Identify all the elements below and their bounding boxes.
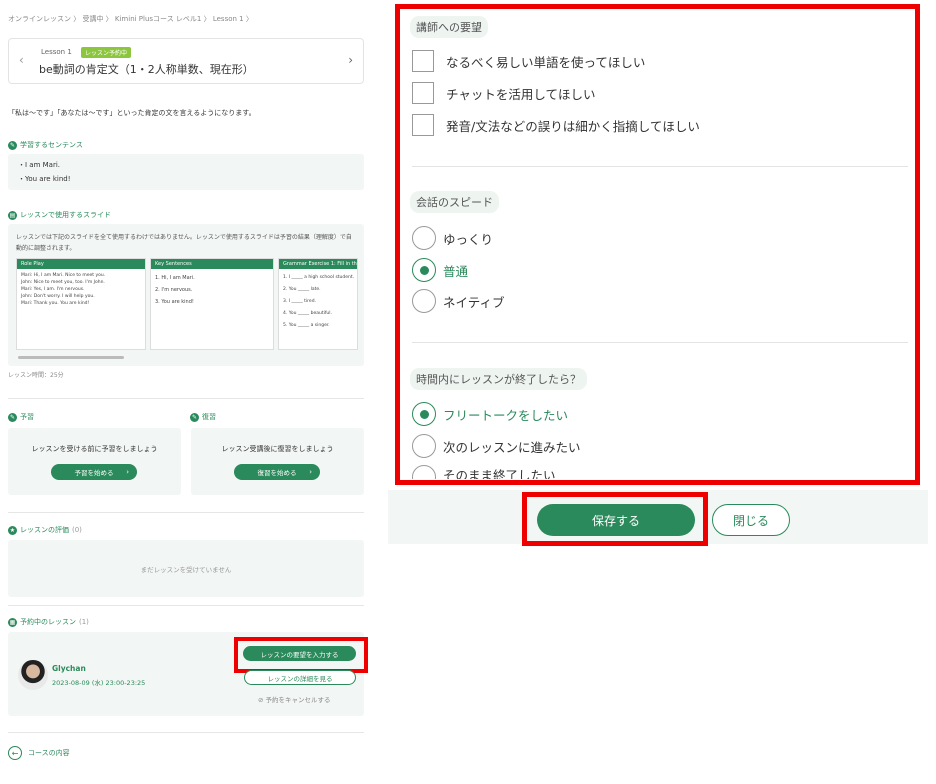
star-icon: ★ [8, 525, 17, 535]
slide-line: Mari: Yes, I am. I'm nervous. [21, 287, 85, 292]
chevron-right-icon: › [309, 468, 312, 476]
divider [8, 398, 364, 399]
slide-title: Role Play [17, 259, 145, 269]
divider [8, 605, 364, 606]
pencil-icon: ✎ [8, 140, 17, 150]
sentences-box: ・I am Mari. ・You are kind! [8, 154, 364, 190]
teacher-avatar[interactable] [18, 660, 48, 690]
slide-line: 1. Hi, I am Mari. [155, 275, 195, 281]
slide-line: 2. I'm nervous. [155, 287, 193, 293]
slide-line: 5. You _____ a singer. [283, 323, 330, 328]
slide-line: 2. You _____ late. [283, 287, 321, 292]
highlight-frame [395, 4, 920, 485]
prep-box: レッスンを受ける前に予習をしましょう 予習を始める › [8, 428, 181, 495]
start-review-label: 復習を始める [257, 469, 297, 477]
request-form: 講師への要望 なるべく易しい単語を使ってほしい チャットを活用してほしい 発音/… [388, 0, 928, 490]
start-prep-label: 予習を始める [74, 469, 114, 477]
course-content-link[interactable]: ← コースの内容 [8, 746, 70, 760]
lesson-title: be動詞の肯定文（1・2人称単数、現在形） [39, 63, 254, 76]
slides-heading: ▤ レッスンで使用するスライド [8, 210, 111, 220]
slide-line: 3. I _____ tired. [283, 299, 316, 304]
review-text: レッスン受講後に復習をしましょう [221, 445, 334, 453]
slides-heading-label: レッスンで使用するスライド [20, 211, 111, 219]
lesson-number: Lesson 1 [41, 48, 72, 56]
lesson-card: ‹ Lesson 1 レッスン予約中 be動詞の肯定文（1・2人称単数、現在形）… [8, 38, 364, 84]
slide-card[interactable]: Role Play Mari: Hi, I am Mari. Nice to m… [16, 258, 146, 350]
course-content-label: コースの内容 [28, 749, 70, 757]
evaluation-box: まだレッスンを受けていません [8, 540, 364, 597]
review-box: レッスン受講後に復習をしましょう 復習を始める › [191, 428, 364, 495]
next-lesson-icon[interactable]: › [348, 53, 353, 67]
breadcrumb[interactable]: オンラインレッスン 〉 受講中 〉 Kimini Plusコース レベル1 〉 … [8, 14, 253, 24]
teacher-name[interactable]: Glychan [52, 664, 86, 673]
lesson-detail-button[interactable]: レッスンの詳細を見る [244, 670, 356, 685]
sentence-item: ・I am Mari. [18, 161, 60, 169]
prep-heading-label: 予習 [20, 413, 34, 421]
lesson-detail-panel: オンラインレッスン 〉 受講中 〉 Kimini Plusコース レベル1 〉 … [0, 0, 372, 784]
lesson-detail-label: レッスンの詳細を見る [267, 674, 333, 683]
calendar-icon: ▦ [8, 617, 17, 627]
highlight-frame [234, 637, 368, 673]
close-label: 閉じる [732, 513, 769, 528]
chevron-right-icon: › [126, 468, 129, 476]
reserved-badge: レッスン予約中 [81, 47, 132, 58]
book-icon: ✎ [8, 412, 17, 422]
slide-line: Mari: Hi, I am Mari. Nice to meet you. [21, 273, 106, 278]
cancel-circle-icon: ⊘ [258, 696, 264, 704]
divider [8, 732, 364, 733]
slide-line: John: Nice to meet you, too. I'm John. [21, 280, 105, 285]
reserved-heading: ▦ 予約中のレッスン (1) [8, 617, 89, 627]
evaluation-heading: ★ レッスンの評価 (0) [8, 525, 82, 535]
lesson-intro: 「私は〜です」「あなたは〜です」といった肯定の文を言えるようになります。 [8, 109, 256, 117]
sentences-heading: ✎ 学習するセンテンス [8, 140, 83, 150]
slide-line: Mari: Thank you. You are kind! [21, 301, 90, 306]
slides-box: レッスンでは下記のスライドを全て使用するわけではありません。レッスンで使用するス… [8, 224, 364, 366]
divider [8, 512, 364, 513]
evaluation-heading-label: レッスンの評価 [20, 526, 69, 534]
reserved-heading-label: 予約中のレッスン [20, 618, 76, 626]
evaluation-count: (0) [72, 526, 82, 534]
slide-line: 3. You are kind! [155, 299, 194, 305]
slide-title: Key Sentences [151, 259, 273, 269]
slides-note: レッスンでは下記のスライドを全て使用するわけではありません。レッスンで使用するス… [16, 234, 352, 252]
prev-lesson-icon[interactable]: ‹ [19, 53, 24, 67]
reserved-count: (1) [79, 618, 89, 626]
slide-title: Grammar Exercise 1: Fill in the Blanks [279, 259, 357, 269]
evaluation-empty-text: まだレッスンを受けていません [140, 566, 232, 574]
arrow-left-icon: ← [8, 746, 22, 760]
lesson-duration: レッスン時間：25分 [8, 372, 64, 379]
slide-line: 4. You _____ beautiful. [283, 311, 332, 316]
request-form-panel: 講師への要望 なるべく易しい単語を使ってほしい チャットを活用してほしい 発音/… [388, 0, 936, 784]
close-button[interactable]: 閉じる [712, 504, 790, 536]
slide-card[interactable]: Grammar Exercise 1: Fill in the Blanks 1… [278, 258, 358, 350]
slide-card[interactable]: Key Sentences 1. Hi, I am Mari. 2. I'm n… [150, 258, 274, 350]
cancel-reservation-link[interactable]: ⊘ 予約をキャンセルする [258, 694, 331, 704]
start-review-button[interactable]: 復習を始める › [234, 464, 320, 480]
sentence-item: ・You are kind! [18, 175, 71, 183]
review-heading: ✎ 復習 [190, 412, 216, 422]
slides-scrollbar[interactable] [18, 356, 124, 359]
cancel-label: 予約をキャンセルする [265, 696, 331, 704]
prep-heading: ✎ 予習 [8, 412, 34, 422]
slide-line: John: Don't worry. I will help you. [21, 294, 95, 299]
highlight-frame [522, 492, 708, 546]
review-heading-label: 復習 [202, 413, 216, 421]
form-footer: 保存する 閉じる [388, 490, 928, 546]
prep-text: レッスンを受ける前に予習をしましょう [31, 445, 158, 453]
slide-line: 1. I _____ a high school student. [283, 275, 355, 280]
start-prep-button[interactable]: 予習を始める › [51, 464, 137, 480]
sentences-heading-label: 学習するセンテンス [20, 141, 83, 149]
review-icon: ✎ [190, 412, 199, 422]
slides-icon: ▤ [8, 210, 17, 220]
lesson-time: 2023-08-09 (水) 23:00-23:25 [52, 679, 146, 687]
